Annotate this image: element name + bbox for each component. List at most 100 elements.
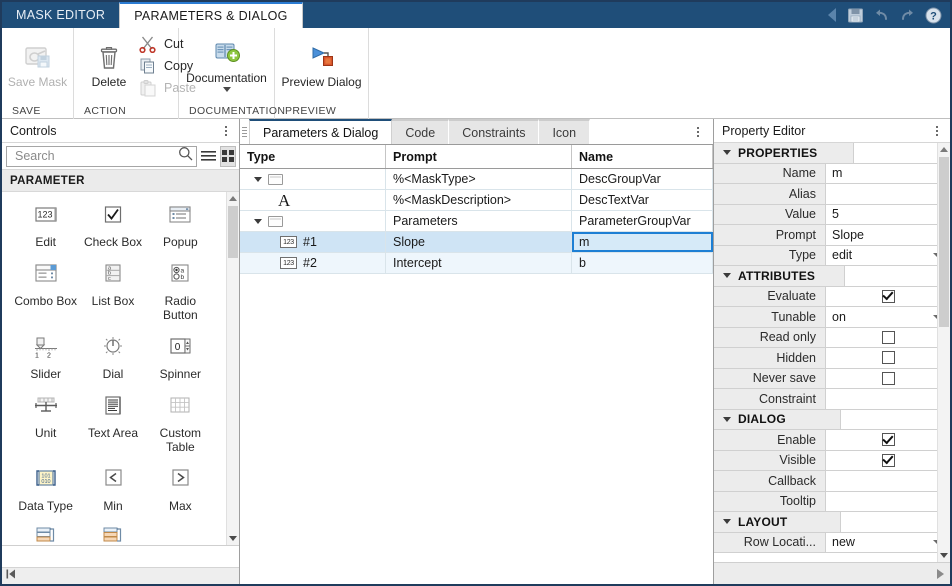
column-header-type[interactable]: Type — [240, 145, 386, 168]
row-type-cell[interactable] — [240, 211, 386, 231]
documentation-button[interactable]: Documentation — [186, 38, 267, 94]
row-prompt-cell[interactable]: %<MaskType> — [386, 169, 572, 189]
property-row-hidden-value[interactable] — [826, 348, 950, 368]
scroll-to-start-icon[interactable] — [5, 567, 17, 584]
expander-triangle-icon[interactable] — [723, 273, 731, 279]
property-row-type-dropdown[interactable]: edit — [826, 245, 950, 265]
control-item-dial[interactable]: Dial — [79, 330, 146, 387]
control-item-unit[interactable]: Unit — [12, 389, 79, 460]
controls-vertical-scrollbar[interactable] — [226, 192, 239, 545]
control-item-spinner[interactable]: 0 Spinner — [147, 330, 214, 387]
row-prompt-cell[interactable]: Intercept — [386, 253, 572, 273]
controls-section-parameter[interactable]: PARAMETER — [2, 169, 239, 192]
property-row-hidden[interactable]: Hidden — [714, 348, 950, 369]
property-row-alias[interactable]: Alias — [714, 184, 950, 205]
tab-mask-editor[interactable]: MASK EDITOR — [2, 2, 119, 28]
row-type-cell[interactable] — [240, 169, 386, 189]
property-row-tooltip-value[interactable] — [826, 491, 950, 511]
property-row-read-only-value[interactable] — [826, 327, 950, 347]
delete-button[interactable]: Delete — [82, 42, 136, 91]
property-group-attributes-row[interactable]: ATTRIBUTES — [714, 266, 950, 286]
expander-triangle-icon[interactable] — [723, 519, 731, 525]
column-header-name[interactable]: Name — [572, 145, 713, 168]
property-row-tunable-dropdown[interactable]: on — [826, 307, 950, 327]
table-row[interactable]: %<MaskType> DescGroupVar — [240, 169, 713, 190]
row-type-cell[interactable]: 123 #1 — [240, 232, 386, 252]
property-group-attributes[interactable]: ATTRIBUTES — [714, 266, 950, 287]
help-icon[interactable]: ? — [925, 7, 942, 24]
property-row-row-location[interactable]: Row Locati... new — [714, 532, 950, 553]
tab-parameters-and-dialog[interactable]: PARAMETERS & DIALOG — [119, 2, 303, 28]
doc-tab-parameters-dialog[interactable]: Parameters & Dialog — [249, 119, 393, 144]
property-row-callback[interactable]: Callback — [714, 471, 950, 492]
never-save-checkbox[interactable] — [881, 371, 895, 385]
evaluate-checkbox[interactable] — [881, 289, 895, 303]
control-item-custom-table[interactable]: Custom Table — [147, 389, 214, 460]
property-row-callback-value[interactable] — [826, 471, 950, 491]
property-row-name-value[interactable]: m — [826, 163, 950, 183]
doc-tab-code[interactable]: Code — [392, 119, 450, 144]
control-item-check-box[interactable]: Check Box — [79, 198, 146, 255]
row-prompt-cell[interactable]: Parameters — [386, 211, 572, 231]
doc-tab-constraints[interactable]: Constraints — [449, 119, 540, 144]
list-view-icon[interactable] — [201, 146, 216, 167]
row-type-cell[interactable]: 123 #2 — [240, 253, 386, 273]
property-row-constraint[interactable]: Constraint — [714, 389, 950, 410]
control-item-slider[interactable]: 1 2 Slider — [12, 330, 79, 387]
expander-triangle-icon[interactable] — [723, 416, 731, 422]
property-row-visible[interactable]: Visible — [714, 450, 950, 471]
visible-checkbox[interactable] — [881, 453, 895, 467]
row-name-cell[interactable]: ParameterGroupVar — [572, 211, 713, 231]
property-row-never-save-value[interactable] — [826, 368, 950, 388]
table-row[interactable]: Parameters ParameterGroupVar — [240, 211, 713, 232]
property-row-constraint-value[interactable] — [826, 389, 950, 409]
control-item-radio-button[interactable]: a b Radio Button — [147, 257, 214, 328]
scroll-up-arrow-icon[interactable] — [938, 143, 950, 156]
control-item-list-box[interactable]: a b c List Box — [79, 257, 146, 328]
grid-view-icon[interactable] — [220, 145, 236, 167]
hidden-checkbox[interactable] — [881, 351, 895, 365]
scroll-down-arrow-icon[interactable] — [938, 549, 950, 562]
row-name-cell[interactable]: DescGroupVar — [572, 169, 713, 189]
controls-horizontal-scrollbar[interactable] — [2, 567, 239, 584]
property-row-name[interactable]: Name m — [714, 163, 950, 184]
table-row[interactable]: 123 #1 Slope m — [240, 232, 713, 253]
control-item-promote[interactable]: Promote — [12, 521, 79, 545]
document-options-icon[interactable] — [691, 124, 705, 140]
control-item-combo-box[interactable]: Combo Box — [12, 257, 79, 328]
chevron-down-icon[interactable] — [222, 87, 231, 92]
property-row-evaluate[interactable]: Evaluate — [714, 286, 950, 307]
property-row-evaluate-value[interactable] — [826, 286, 950, 306]
property-group-dialog-row[interactable]: DIALOG — [714, 409, 950, 429]
control-item-min[interactable]: Min — [79, 462, 146, 519]
table-row[interactable]: 123 #2 Intercept b — [240, 253, 713, 274]
expander-triangle-icon[interactable] — [723, 150, 731, 156]
tab-strip-gripper[interactable] — [240, 119, 249, 144]
property-row-prompt-value[interactable]: Slope — [826, 225, 950, 245]
controls-scroll-thumb[interactable] — [228, 206, 238, 258]
row-name-cell[interactable]: DescTextVar — [572, 190, 713, 210]
property-row-value-value[interactable]: 5 — [826, 204, 950, 224]
control-item-text-area[interactable]: Text Area — [79, 389, 146, 460]
control-item-promote-2[interactable]: Promote — [79, 521, 146, 545]
column-header-prompt[interactable]: Prompt — [386, 145, 572, 168]
property-row-alias-value[interactable] — [826, 184, 950, 204]
scroll-down-arrow-icon[interactable] — [227, 532, 239, 545]
save-icon[interactable] — [847, 7, 864, 24]
property-group-properties-row[interactable]: PROPERTIES — [714, 143, 950, 163]
controls-panel-options-icon[interactable] — [219, 123, 233, 139]
undo-icon[interactable] — [873, 7, 890, 24]
property-row-enable-value[interactable] — [826, 430, 950, 450]
property-editor-vertical-scrollbar[interactable] — [937, 143, 950, 562]
row-prompt-cell[interactable]: %<MaskDescription> — [386, 190, 572, 210]
table-row[interactable]: A %<MaskDescription> DescTextVar — [240, 190, 713, 211]
search-icon[interactable] — [178, 146, 193, 166]
save-mask-button[interactable]: Save Mask — [8, 42, 67, 91]
enable-checkbox[interactable] — [881, 433, 895, 447]
row-type-cell[interactable]: A — [240, 190, 386, 210]
row-name-cell-selected[interactable]: m — [572, 232, 713, 252]
control-item-data-type[interactable]: 101 010 Data Type — [12, 462, 79, 519]
control-item-edit[interactable]: 123 Edit — [12, 198, 79, 255]
search-input-wrapper[interactable] — [6, 145, 197, 167]
property-group-layout[interactable]: LAYOUT — [714, 512, 950, 533]
